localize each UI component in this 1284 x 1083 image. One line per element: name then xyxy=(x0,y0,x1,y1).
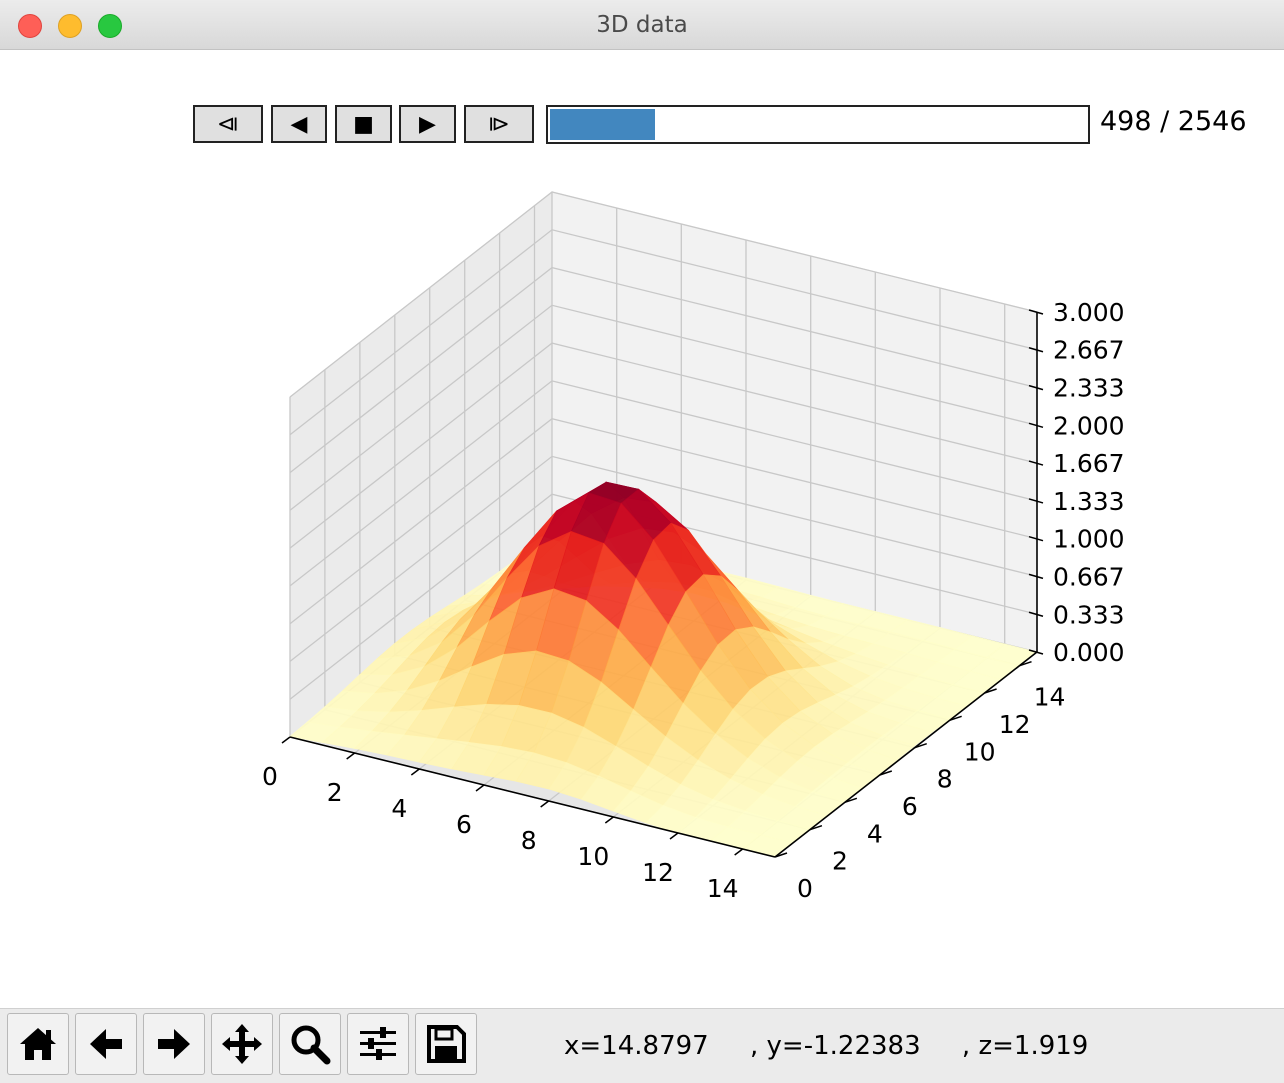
x-tick-mark xyxy=(281,736,291,744)
frame-counter: 498 / 2546 xyxy=(1100,106,1247,137)
play-backward-icon: ◀ xyxy=(290,111,308,137)
configure-subplots-button[interactable] xyxy=(347,1013,409,1075)
home-icon xyxy=(20,1028,56,1060)
frame-slider-fill xyxy=(550,109,656,140)
x-tick-label: 2 xyxy=(327,778,343,807)
play-forward-button[interactable]: ▶ xyxy=(399,105,456,143)
y-tick-label: 10 xyxy=(964,737,996,766)
first-frame-icon: ⧏ xyxy=(217,111,239,137)
x-tick-mark xyxy=(734,848,744,856)
x-tick-mark xyxy=(475,784,485,792)
x-tick-label: 0 xyxy=(262,762,278,791)
home-button[interactable] xyxy=(7,1013,69,1075)
play-forward-icon: ▶ xyxy=(419,111,436,137)
z-tick-label: 1.000 xyxy=(1053,525,1125,554)
x-tick-label: 6 xyxy=(456,810,472,839)
title-bar: 3D data xyxy=(0,0,1284,50)
sliders-icon xyxy=(360,1027,396,1060)
y-tick-label: 0 xyxy=(797,874,813,903)
app-window: 3D data ⧏ ◀ ■ ▶ ⧐ 498 / 2546 0 2 4 6 8 10 12 14… xyxy=(0,0,1284,1083)
window-title: 3D data xyxy=(596,12,688,38)
floppy-disk-icon xyxy=(427,1025,466,1063)
x-tick-label: 14 xyxy=(707,874,739,903)
back-button[interactable] xyxy=(75,1013,137,1075)
z-tick-label: 0.000 xyxy=(1053,638,1125,667)
zoom-button[interactable] xyxy=(279,1013,341,1075)
x-tick-mark xyxy=(346,752,356,760)
x-tick-mark xyxy=(410,768,420,776)
z-tick-label: 2.667 xyxy=(1053,336,1125,365)
forward-button[interactable] xyxy=(143,1013,205,1075)
x-tick-label: 10 xyxy=(577,842,609,871)
cursor-coordinates: x=14.8797 , y=-1.22383 , z=1.919 xyxy=(564,1031,1089,1061)
last-frame-button[interactable]: ⧐ xyxy=(464,105,534,143)
x-tick-mark xyxy=(540,800,550,808)
z-tick-label: 1.333 xyxy=(1053,487,1125,516)
pan-button[interactable] xyxy=(211,1013,273,1075)
z-tick-label: 3.000 xyxy=(1053,298,1125,327)
x-tick-mark xyxy=(669,832,679,840)
arrow-right-icon xyxy=(158,1029,190,1059)
x-tick-label: 12 xyxy=(642,858,674,887)
z-tick-label: 1.667 xyxy=(1053,449,1125,478)
arrow-left-icon xyxy=(90,1029,122,1059)
y-tick-label: 12 xyxy=(999,710,1031,739)
surface-plot[interactable]: 02468101214 024681012140.0000.3330.6671.0… xyxy=(0,150,1284,1005)
pause-button[interactable]: ■ xyxy=(335,105,392,143)
z-tick-label: 2.000 xyxy=(1053,411,1125,440)
stop-icon: ■ xyxy=(353,111,374,137)
y-tick-label: 14 xyxy=(1034,683,1066,712)
navigation-toolbar: x=14.8797 , y=-1.22383 , z=1.919 xyxy=(0,1008,1284,1083)
save-button[interactable] xyxy=(415,1013,477,1075)
z-tick-label: 2.333 xyxy=(1053,374,1125,403)
move-icon xyxy=(222,1024,262,1064)
z-tick-label: 0.333 xyxy=(1053,600,1125,629)
last-frame-icon: ⧐ xyxy=(488,111,510,137)
x-tick-label: 4 xyxy=(391,794,407,823)
y-tick-label: 6 xyxy=(902,792,918,821)
first-frame-button[interactable]: ⧏ xyxy=(193,105,263,143)
frame-slider[interactable] xyxy=(546,105,1090,144)
z-tick-label: 0.667 xyxy=(1053,562,1125,591)
y-tick-label: 2 xyxy=(832,847,848,876)
y-tick-label: 4 xyxy=(867,819,883,848)
magnifier-icon xyxy=(291,1025,331,1065)
x-tick-mark xyxy=(604,816,614,824)
y-tick-label: 8 xyxy=(937,765,953,794)
x-tick-label: 8 xyxy=(521,826,537,855)
play-backward-button[interactable]: ◀ xyxy=(271,105,327,143)
